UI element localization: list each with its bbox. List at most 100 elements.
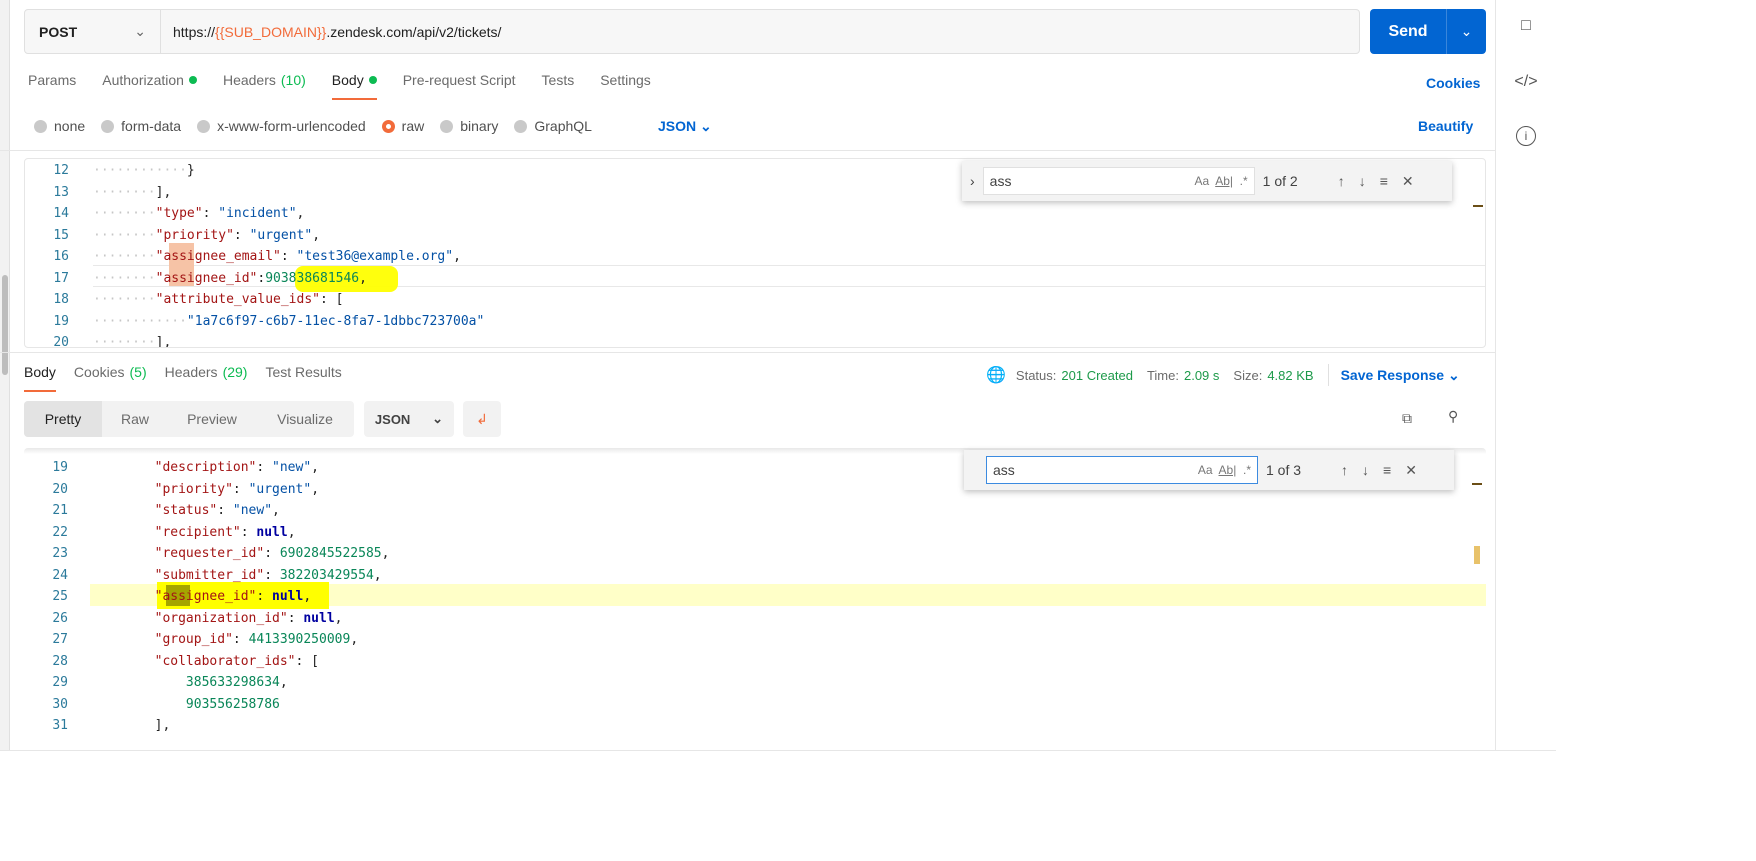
code-line: 27 "group_id": 4413390250009, xyxy=(24,629,1486,651)
tab-headers[interactable]: Headers (10) xyxy=(223,72,306,98)
find-in-selection-icon[interactable]: ≡ xyxy=(1383,462,1391,478)
response-format-select[interactable]: JSON ⌄ xyxy=(364,401,454,437)
url-input[interactable]: https://{{SUB_DOMAIN}}.zendesk.com/api/v… xyxy=(161,24,501,40)
chevron-right-icon[interactable]: › xyxy=(970,173,975,189)
whole-word-icon[interactable]: Ab| xyxy=(1219,463,1237,477)
code-text: "requester_id": 6902845522585, xyxy=(92,543,390,565)
token: "description" xyxy=(154,460,257,475)
match-case-icon[interactable]: Aa xyxy=(1194,174,1209,188)
radio-circle[interactable] xyxy=(381,119,395,133)
wrap-lines-button[interactable]: ↲ xyxy=(463,401,501,437)
status-value[interactable]: 201 Created xyxy=(1061,368,1133,383)
tab-label: Body xyxy=(24,364,56,380)
token: "status" xyxy=(154,503,218,518)
radio-GraphQL[interactable]: GraphQL xyxy=(514,118,592,134)
left-scrollbar[interactable] xyxy=(0,0,10,750)
regex-icon[interactable]: .* xyxy=(1243,463,1251,477)
find-value: ass xyxy=(993,462,1015,478)
regex-icon[interactable]: .* xyxy=(1240,174,1248,188)
indent: ········ xyxy=(93,206,156,221)
line-number: 29 xyxy=(52,675,68,690)
whole-word-icon[interactable]: Ab| xyxy=(1215,174,1233,188)
code-line: 16 ········"assignee_email": "test36@exam… xyxy=(25,246,1485,268)
radio-label: binary xyxy=(460,118,499,134)
radio-circle[interactable] xyxy=(440,119,454,133)
arrow-down-icon[interactable]: ↓ xyxy=(1362,462,1369,478)
token: 382203429554 xyxy=(279,567,374,583)
tab-params[interactable]: Params xyxy=(28,72,76,98)
token: : [ xyxy=(295,653,319,669)
chevron-down-icon: ⌄ xyxy=(700,118,712,134)
arrow-up-icon[interactable]: ↑ xyxy=(1341,462,1348,478)
radio-binary[interactable]: binary xyxy=(440,118,498,134)
send-button[interactable]: Send ⌄ xyxy=(1370,9,1486,54)
tab-body[interactable]: Body xyxy=(331,72,377,100)
tab-tests[interactable]: Tests xyxy=(542,72,575,98)
radio-form-data[interactable]: form-data xyxy=(101,118,181,134)
close-icon[interactable]: ✕ xyxy=(1402,173,1414,190)
tab-label: Params xyxy=(28,72,77,88)
token: : xyxy=(280,249,297,264)
token: , xyxy=(311,460,319,475)
code-text: "recipient": null, xyxy=(92,522,296,544)
view-visualize[interactable]: Visualize xyxy=(256,401,354,437)
arrow-down-icon[interactable]: ↓ xyxy=(1359,173,1366,189)
status-label: Status: xyxy=(1015,367,1057,383)
line-number: 20 xyxy=(52,481,68,497)
code-text: ········"assignee_id":903838681546, xyxy=(93,268,367,290)
token: , xyxy=(453,249,461,264)
response-body-viewer[interactable]: 19 "description": "new", 20 "priority": "… xyxy=(24,448,1486,745)
view-raw[interactable]: Raw xyxy=(102,401,168,437)
tab-authorization[interactable]: Authorization xyxy=(102,72,197,98)
radio-raw[interactable]: raw xyxy=(381,118,424,134)
view-pretty[interactable]: Pretty xyxy=(24,401,102,437)
tab-pre-request-script[interactable]: Pre-request Script xyxy=(403,72,516,98)
radio-circle[interactable] xyxy=(197,119,211,133)
radio-x-www-form-urlencoded[interactable]: x-www-form-urlencoded xyxy=(197,118,366,134)
line-number: 30 xyxy=(52,696,68,712)
find-input[interactable]: ass Aa Ab| .* xyxy=(982,167,1255,195)
comments-icon[interactable]: □ xyxy=(1514,14,1538,38)
code-icon[interactable]: </> xyxy=(1514,70,1538,94)
scrollbar-thumb[interactable] xyxy=(2,275,8,375)
globe-warning-icon[interactable]: 🌐 xyxy=(986,365,1006,385)
token: 4413390250009 xyxy=(248,632,351,647)
time-value[interactable]: 2.09 s xyxy=(1184,368,1219,383)
tab-count: (5) xyxy=(129,364,147,380)
radio-none[interactable]: none xyxy=(34,118,85,134)
save-response-button[interactable]: Save Response ⌄ xyxy=(1341,367,1460,384)
radio-circle[interactable] xyxy=(101,119,115,133)
find-in-selection-icon[interactable]: ≡ xyxy=(1380,173,1388,189)
token: : xyxy=(287,610,304,626)
token: "incident" xyxy=(218,206,297,221)
indent: ········ xyxy=(93,335,156,348)
response-tab-test-results[interactable]: Test Results xyxy=(265,364,341,390)
arrow-up-icon[interactable]: ↑ xyxy=(1338,173,1345,189)
beautify-link[interactable]: Beautify xyxy=(1418,118,1473,134)
token: : xyxy=(233,227,250,243)
search-icon[interactable]: ⚲ xyxy=(1448,408,1458,425)
copy-icon[interactable]: ⧉ xyxy=(1402,410,1412,427)
body-format-select[interactable]: JSON ⌄ xyxy=(658,118,712,135)
token: "submitter_id" xyxy=(154,567,265,583)
code-line: 28 "collaborator_ids": [ xyxy=(24,651,1486,673)
match-case-icon[interactable]: Aa xyxy=(1198,463,1213,477)
send-dropdown-chevron-icon[interactable]: ⌄ xyxy=(1446,9,1486,54)
tab-settings[interactable]: Settings xyxy=(600,72,651,98)
code-text: ············"1a7c6f97-c6b7-11ec-8fa7-1db… xyxy=(93,311,484,333)
radio-circle[interactable] xyxy=(34,119,47,133)
find-input[interactable]: ass Aa Ab| .* xyxy=(986,456,1258,484)
view-preview[interactable]: Preview xyxy=(168,401,256,437)
close-icon[interactable]: ✕ xyxy=(1405,462,1417,479)
cookies-link[interactable]: Cookies xyxy=(1426,75,1480,91)
chevron-down-icon: ⌄ xyxy=(134,23,146,39)
line-number: 26 xyxy=(52,610,68,626)
response-tab-cookies[interactable]: Cookies (5) xyxy=(74,364,147,390)
response-tab-body[interactable]: Body xyxy=(24,364,56,392)
radio-circle[interactable] xyxy=(514,119,528,133)
size-value[interactable]: 4.82 KB xyxy=(1267,368,1313,383)
method-select[interactable]: POST ⌄ xyxy=(25,10,161,53)
response-tab-headers[interactable]: Headers (29) xyxy=(165,364,248,390)
info-icon[interactable]: i xyxy=(1516,126,1536,146)
